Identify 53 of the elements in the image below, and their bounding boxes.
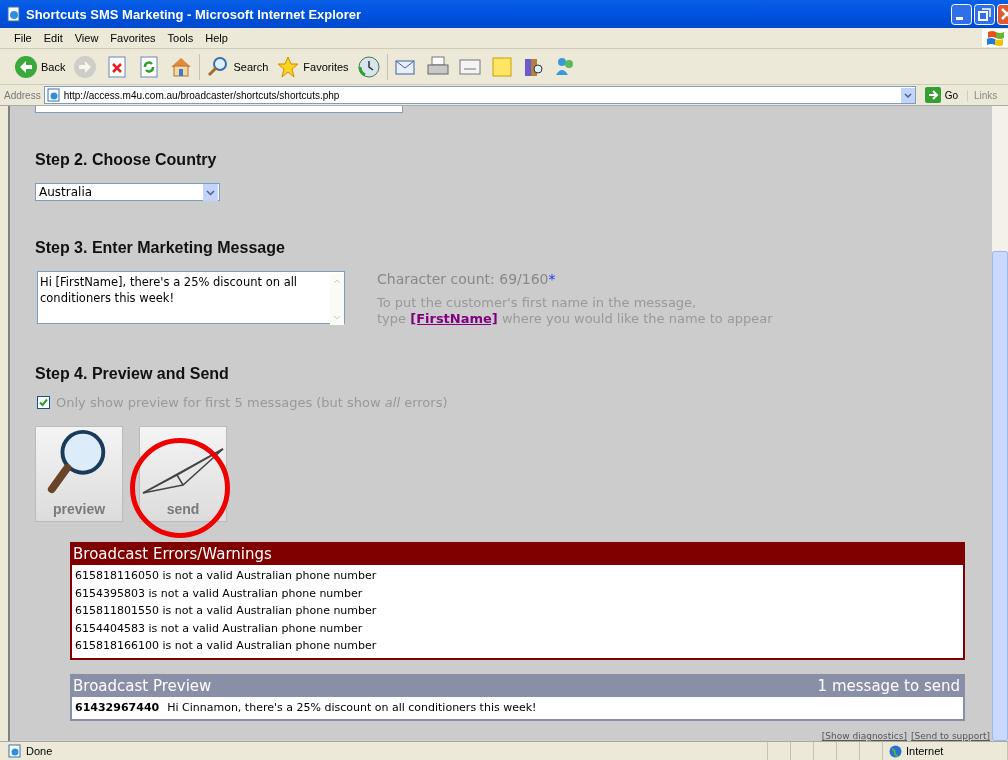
section-heading: Step 2. Choose Country: [35, 151, 218, 169]
error-message: 615818166100 is not a valid Australian phone number: [75, 638, 378, 654]
menu-item[interactable]: File: [0, 32, 38, 44]
address-label: Address: [4, 89, 41, 101]
address-field[interactable]: http://access.m4u.com.au/broadcaster/shortcuts/shortcuts.php: [43, 86, 916, 104]
error-message: 615811801550 is not a valid Australian phone number: [75, 603, 378, 619]
note-icon: [489, 54, 514, 79]
error-message: 615818116050 is not a valid Australian phone number: [75, 568, 378, 584]
error-message: 6154404583 is not a valid Australian phone number: [75, 620, 364, 637]
file-path-field[interactable]: [35, 106, 403, 113]
panel-title: Broadcast Preview: [73, 676, 212, 695]
restore-button[interactable]: [974, 3, 995, 25]
message-count: 1 message to send: [817, 676, 960, 695]
scrollbar: [330, 274, 344, 325]
globe-icon: [889, 744, 902, 758]
preview-checkbox[interactable]: [37, 396, 50, 409]
star-icon: [276, 54, 301, 79]
country-dropdown[interactable]: Australia: [35, 183, 220, 201]
minimize-button[interactable]: [951, 3, 972, 25]
footer-link[interactable]: [Show diagnostics]: [821, 731, 907, 741]
menu-item[interactable]: Tools: [161, 32, 200, 44]
panel-title: Broadcast Errors/Warnings: [72, 544, 963, 565]
page-icon: [46, 88, 61, 102]
history-clock-icon: [356, 54, 381, 79]
close-button[interactable]: [997, 3, 1008, 25]
menu-item[interactable]: View: [68, 32, 105, 44]
footer-link[interactable]: [Send to support]: [911, 731, 990, 741]
window-title: Shortcuts SMS Marketing - Microsoft Internet Explorer: [26, 6, 363, 22]
vertical-scrollbar[interactable]: [992, 106, 1008, 741]
section-heading: Step 4. Preview and Send: [35, 365, 230, 383]
scroll-thumb[interactable]: [992, 251, 1008, 741]
page-icon: [8, 744, 22, 758]
right-arrow-icon: [924, 87, 941, 103]
search-button[interactable]: Search: [204, 54, 271, 79]
phone-number: 61432967440: [75, 700, 160, 714]
message-text: Hi Cinnamon, there's a 25% discount on all conditioners this week!: [167, 700, 537, 714]
status-text: Done: [26, 745, 53, 757]
zone-text: Internet: [906, 745, 944, 757]
windows-logo-icon: [982, 29, 1008, 47]
paper-plane-icon: [141, 445, 225, 497]
message-field[interactable]: Hi [FirstName], there's a 25% discount on all conditioners this week!: [37, 271, 345, 324]
go-button[interactable]: Go: [918, 87, 964, 103]
character-count: Character count: 69/160*: [377, 271, 557, 287]
firstname-link[interactable]: [FirstName]: [410, 311, 498, 326]
favorites-button[interactable]: Favorites: [274, 54, 351, 79]
back-button[interactable]: Back: [12, 54, 68, 79]
error-message: 6154395803 is not a valid Australian phone number: [75, 585, 364, 602]
menu-item[interactable]: Help: [199, 32, 234, 44]
menu-item[interactable]: Edit: [37, 32, 69, 44]
section-heading: Step 3. Enter Marketing Message: [35, 239, 286, 257]
checkmark-icon: [39, 398, 48, 407]
menu-item[interactable]: Favorites: [104, 32, 162, 44]
page-icon: [6, 6, 22, 22]
